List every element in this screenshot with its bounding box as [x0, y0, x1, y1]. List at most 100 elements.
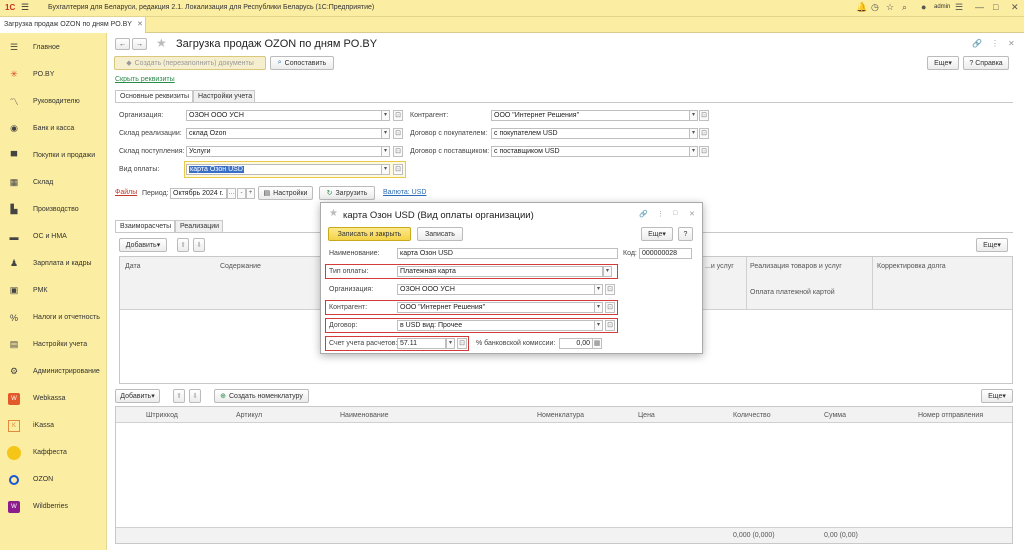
back-button[interactable]: ←: [115, 38, 130, 50]
buyer-contract-field[interactable]: с покупателем USD: [491, 128, 690, 139]
supplier-contract-open-button[interactable]: ⊡: [699, 146, 709, 157]
calculator-button[interactable]: ▦: [592, 338, 602, 349]
org-dropdown[interactable]: ▾: [381, 110, 390, 121]
menu-icon[interactable]: ☰: [21, 2, 29, 13]
store-sale-dropdown[interactable]: ▾: [381, 128, 390, 139]
save-button[interactable]: Записать: [417, 227, 463, 241]
sidebar-item-director[interactable]: 〽 Руководителю: [0, 88, 107, 115]
dialog-help-button[interactable]: ?: [678, 227, 693, 241]
contract-dropdown[interactable]: ▾: [594, 320, 603, 331]
org-field[interactable]: ОЗОН ООО УСН: [186, 110, 382, 121]
compare-button[interactable]: ⌕ Сопоставить: [270, 56, 334, 70]
name-field[interactable]: карта Озон USD: [397, 248, 618, 259]
add-settlement-button[interactable]: Добавить ▾: [119, 238, 167, 252]
store-in-dropdown[interactable]: ▾: [381, 146, 390, 157]
dialog-more-icon[interactable]: ⋮: [657, 210, 664, 218]
tab-close-icon[interactable]: ✕: [137, 20, 143, 28]
store-in-open-button[interactable]: ⊡: [393, 146, 403, 157]
save-and-close-button[interactable]: Записать и закрыть: [328, 227, 411, 241]
tab-realizations[interactable]: Реализации: [175, 220, 223, 232]
counterparty-field[interactable]: ООО "Интернет Решения": [491, 110, 690, 121]
favorite-star-icon[interactable]: ★: [156, 36, 167, 50]
more-button[interactable]: Еще ▾: [927, 56, 959, 70]
sidebar-item-assets[interactable]: ▬ ОС и НМА: [0, 223, 107, 250]
sidebar-item-rmk[interactable]: ▣ РМК: [0, 277, 107, 304]
dialog-more-button[interactable]: Еще ▾: [641, 227, 673, 241]
pay-type-dropdown[interactable]: ▾: [381, 164, 390, 175]
search-icon[interactable]: ⌕: [902, 2, 907, 13]
minimize-icon[interactable]: —: [975, 2, 984, 12]
nomenclature-grid[interactable]: Штрихкод Артикул Наименование Номенклату…: [115, 406, 1013, 544]
sidebar-item-webkassa[interactable]: W Webkassa: [0, 385, 107, 412]
add-nomenclature-row-button[interactable]: Добавить ▾: [115, 389, 160, 403]
sidebar-item-bank[interactable]: ◉ Банк и касса: [0, 115, 107, 142]
sidebar-item-salary[interactable]: ♟ Зарплата и кадры: [0, 250, 107, 277]
org-open-button[interactable]: ⊡: [393, 110, 403, 121]
tab-ozon-loading[interactable]: Загрузка продаж OZON по дням PO.BY ✕: [0, 17, 146, 33]
counterparty-open-button[interactable]: ⊡: [699, 110, 709, 121]
dialog-counterparty-open-button[interactable]: ⊡: [605, 302, 615, 313]
tab-main-details[interactable]: Основные реквизиты: [115, 90, 193, 102]
move-down-button[interactable]: ⬇: [193, 238, 205, 252]
user-name[interactable]: admin: [934, 4, 950, 10]
dialog-counterparty-field[interactable]: ООО "Интернет Решения": [397, 302, 595, 313]
store-sale-open-button[interactable]: ⊡: [393, 128, 403, 139]
settings-button[interactable]: ▤ Настройки: [258, 186, 313, 200]
move-up2-button[interactable]: ⬆: [173, 389, 185, 403]
dialog-maximize-icon[interactable]: □: [673, 210, 677, 217]
history-icon[interactable]: ◷: [871, 2, 879, 13]
sidebar-item-taxes[interactable]: % Налоги и отчетность: [0, 304, 107, 331]
dialog-org-field[interactable]: ОЗОН ООО УСН: [397, 284, 595, 295]
close-icon[interactable]: ✕: [1011, 2, 1019, 13]
forward-button[interactable]: →: [132, 38, 147, 50]
account-dropdown[interactable]: ▾: [446, 338, 455, 349]
sidebar-item-warehouse[interactable]: ▦ Склад: [0, 169, 107, 196]
buyer-contract-open-button[interactable]: ⊡: [699, 128, 709, 139]
period-select[interactable]: …: [227, 188, 236, 199]
pay-type-open-button[interactable]: ⊡: [393, 164, 403, 175]
load-button[interactable]: ↻ Загрузить: [319, 186, 375, 200]
maximize-icon[interactable]: □: [993, 2, 998, 12]
dialog-counterparty-dropdown[interactable]: ▾: [594, 302, 603, 313]
sidebar-item-ozon[interactable]: OZON: [0, 466, 107, 493]
commission-field[interactable]: 0,00: [559, 338, 593, 349]
help-button[interactable]: ? Справка: [963, 56, 1009, 70]
currency-link[interactable]: Валюта: USD: [383, 189, 426, 196]
counterparty-dropdown[interactable]: ▾: [689, 110, 698, 121]
tab-accounting-settings[interactable]: Настройки учета: [193, 90, 255, 102]
period-field[interactable]: Октябрь 2024 г.: [170, 188, 227, 199]
favorites-icon[interactable]: ☆: [886, 2, 894, 13]
buyer-contract-dropdown[interactable]: ▾: [689, 128, 698, 139]
files-link[interactable]: Файлы: [115, 189, 137, 196]
type-field[interactable]: Платежная карта: [397, 266, 603, 277]
pay-type-field[interactable]: карта Озон USD: [186, 164, 382, 175]
sidebar-item-purchases[interactable]: ▀ Покупки и продажи: [0, 142, 107, 169]
contract-open-button[interactable]: ⊡: [605, 320, 615, 331]
dialog-close-icon[interactable]: ✕: [689, 210, 695, 218]
dialog-org-open-button[interactable]: ⊡: [605, 284, 615, 295]
dialog-org-dropdown[interactable]: ▾: [594, 284, 603, 295]
sidebar-item-admin[interactable]: ⚙ Администрирование: [0, 358, 107, 385]
tab-settlements[interactable]: Взаиморасчеты: [115, 220, 175, 232]
code-field[interactable]: 000000028: [639, 248, 692, 259]
hide-details-link[interactable]: Скрыть реквизиты: [115, 76, 175, 83]
supplier-contract-dropdown[interactable]: ▾: [689, 146, 698, 157]
contract-field[interactable]: в USD вид: Прочее: [397, 320, 595, 331]
sidebar-item-production[interactable]: ▙ Производство: [0, 196, 107, 223]
sidebar-item-main[interactable]: ☰ Главное: [0, 34, 107, 61]
link-icon[interactable]: 🔗: [972, 39, 982, 48]
grid1-more-button[interactable]: Еще ▾: [976, 238, 1008, 252]
close-form-icon[interactable]: ✕: [1008, 39, 1015, 48]
sidebar-item-kaffesta[interactable]: Каффеста: [0, 439, 107, 466]
notifications-icon[interactable]: 🔔: [856, 2, 867, 13]
dialog-link-icon[interactable]: 🔗: [639, 210, 648, 218]
create-documents-button[interactable]: ◆ Создать (перезаполнить) документы: [114, 56, 266, 70]
grid2-more-button[interactable]: Еще ▾: [981, 389, 1013, 403]
move-up-button[interactable]: ⬆: [177, 238, 189, 252]
account-open-button[interactable]: ⊡: [457, 338, 467, 349]
store-in-field[interactable]: Услуги: [186, 146, 382, 157]
type-dropdown[interactable]: ▾: [603, 266, 612, 277]
period-next[interactable]: +: [246, 188, 255, 199]
more-actions-icon[interactable]: ⋮: [991, 39, 999, 48]
move-down2-button[interactable]: ⬇: [189, 389, 201, 403]
